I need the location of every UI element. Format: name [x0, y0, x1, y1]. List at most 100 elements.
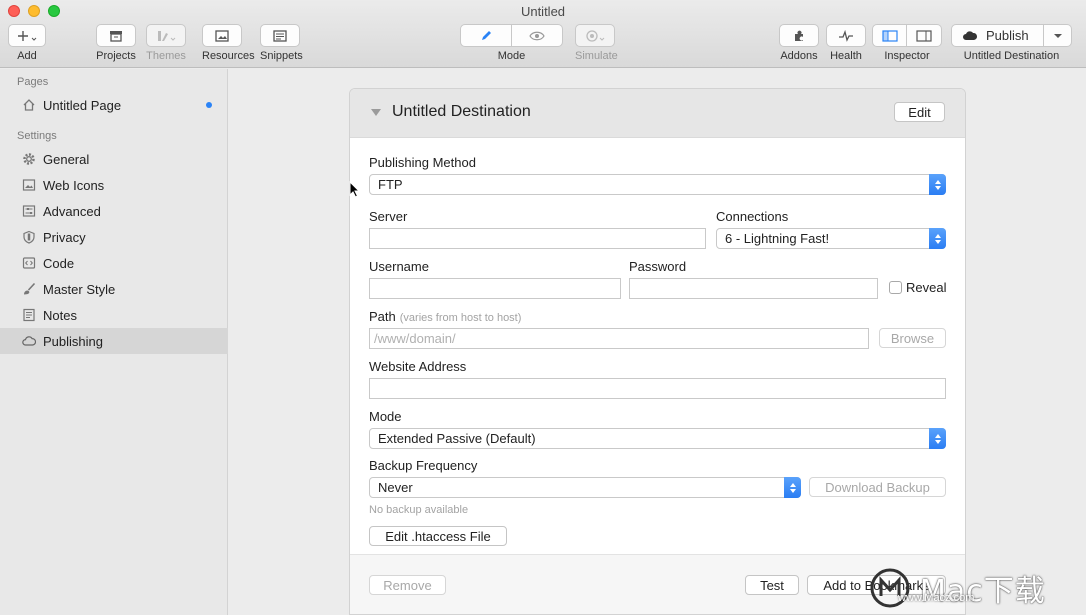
destination-label: Untitled Destination — [963, 50, 1060, 62]
sidebar-item-general[interactable]: General — [0, 146, 228, 172]
inspector-label: Inspector — [884, 50, 930, 62]
themes-label: Themes — [146, 50, 186, 62]
publishing-method-select[interactable]: FTP — [369, 174, 946, 195]
mode-toolbar-item: Mode — [460, 24, 563, 62]
website-address-label: Website Address — [369, 359, 467, 374]
watermark-url: www.Macz.com — [898, 592, 975, 604]
backup-frequency-select[interactable]: Never — [369, 477, 801, 498]
inspector-toggle[interactable] — [907, 24, 942, 47]
themes-toolbar-item[interactable]: Themes — [146, 24, 186, 62]
sidebar-item-label: Master Style — [43, 281, 116, 297]
health-button[interactable] — [826, 24, 866, 47]
sidebar-item-label: Web Icons — [43, 177, 105, 193]
website-address-input[interactable] — [369, 378, 946, 399]
sidebar-item-code[interactable]: Code — [0, 250, 228, 276]
health-toolbar-item[interactable]: Health — [826, 24, 866, 62]
select-arrows-icon — [784, 477, 801, 498]
select-arrows-icon — [929, 174, 946, 195]
edit-mode-button[interactable] — [460, 24, 512, 47]
add-toolbar-item[interactable]: Add — [8, 24, 46, 62]
add-button[interactable] — [8, 24, 46, 47]
sidebar-item-label: Privacy — [43, 229, 86, 245]
publishing-method-label: Publishing Method — [369, 155, 476, 170]
sidebar-item-master-style[interactable]: Master Style — [0, 276, 228, 302]
sidebar-item-privacy[interactable]: Privacy — [0, 224, 228, 250]
sidebar: Pages Untitled Page Settings General Web… — [0, 69, 228, 615]
sidebar-item-advanced[interactable]: Advanced — [0, 198, 228, 224]
server-input[interactable] — [369, 228, 706, 249]
simulate-button[interactable] — [575, 24, 615, 47]
mode-value: Extended Passive (Default) — [378, 431, 536, 446]
reveal-checkbox[interactable] — [889, 281, 902, 294]
main-content: Untitled Destination Edit Publishing Met… — [229, 69, 1086, 615]
publish-button[interactable]: Publish — [951, 24, 1044, 47]
mouse-cursor-icon — [349, 181, 360, 198]
publish-menu-button[interactable] — [1044, 24, 1072, 47]
disclosure-triangle-icon[interactable] — [371, 109, 381, 116]
password-label: Password — [629, 259, 687, 274]
image-icon — [22, 178, 36, 192]
projects-button[interactable] — [96, 24, 136, 47]
publish-label: Publish — [986, 28, 1029, 43]
pages-heading: Pages — [17, 76, 49, 88]
resources-toolbar-item[interactable]: Resources — [202, 24, 255, 62]
snippets-toolbar-item[interactable]: Snippets — [260, 24, 303, 62]
add-label: Add — [17, 50, 37, 62]
publishing-method-value: FTP — [378, 177, 403, 192]
sidebar-item-notes[interactable]: Notes — [0, 302, 228, 328]
password-input[interactable] — [629, 278, 878, 299]
sidebar-right-icon — [916, 29, 932, 42]
resources-label: Resources — [202, 50, 255, 62]
connections-select[interactable]: 6 - Lightning Fast! — [716, 228, 946, 249]
mode-select[interactable]: Extended Passive (Default) — [369, 428, 946, 449]
eye-icon — [529, 31, 545, 40]
code-icon — [22, 256, 36, 270]
unsaved-dot — [206, 102, 212, 108]
plus-icon — [18, 30, 37, 41]
window-title: Untitled — [520, 4, 566, 19]
mode-label: Mode — [369, 409, 402, 424]
username-label: Username — [369, 259, 429, 274]
snippets-button[interactable] — [260, 24, 300, 47]
sidebar-item-label: Publishing — [43, 333, 103, 349]
reveal-label: Reveal — [906, 280, 947, 295]
path-input[interactable]: /www/domain/ — [369, 328, 869, 349]
sidebar-item-web-icons[interactable]: Web Icons — [0, 172, 228, 198]
settings-heading: Settings — [17, 130, 57, 142]
edit-htaccess-button[interactable]: Edit .htaccess File — [369, 526, 507, 546]
addons-button[interactable] — [779, 24, 819, 47]
archive-icon — [110, 30, 122, 42]
select-arrows-icon — [929, 228, 946, 249]
addons-toolbar-item[interactable]: Addons — [779, 24, 819, 62]
themes-button[interactable] — [146, 24, 186, 47]
brush-icon — [22, 282, 36, 296]
download-backup-button[interactable]: Download Backup — [809, 477, 946, 497]
backup-frequency-label: Backup Frequency — [369, 458, 478, 473]
cloud-icon — [22, 334, 36, 348]
snippets-label: Snippets — [260, 50, 303, 62]
projects-toolbar-item[interactable]: Projects — [96, 24, 136, 62]
preview-mode-button[interactable] — [512, 24, 563, 47]
sidebar-item-publishing[interactable]: Publishing — [0, 328, 228, 354]
remove-button[interactable]: Remove — [369, 575, 446, 595]
inspector-toolbar-item: Inspector — [872, 24, 942, 62]
chevron-down-icon — [1053, 33, 1062, 38]
browse-button[interactable]: Browse — [879, 328, 946, 348]
test-button[interactable]: Test — [745, 575, 799, 595]
simulate-toolbar-item[interactable]: Simulate — [575, 24, 618, 62]
left-sidebar-toggle[interactable] — [872, 24, 907, 47]
username-input[interactable] — [369, 278, 621, 299]
health-label: Health — [830, 50, 862, 62]
sidebar-item-untitled-page[interactable]: Untitled Page — [0, 92, 228, 118]
cloud-icon — [963, 30, 978, 40]
path-hint: (varies from host to host) — [399, 312, 522, 324]
sidebar-item-label: Notes — [43, 307, 77, 323]
destination-title: Untitled Destination — [392, 103, 531, 120]
sidebar-item-label: Untitled Page — [43, 97, 122, 113]
gear-icon — [22, 152, 36, 166]
edit-destination-button[interactable]: Edit — [894, 102, 945, 122]
no-backup-note: No backup available — [369, 504, 469, 516]
mode-label: Mode — [497, 50, 526, 62]
resources-button[interactable] — [202, 24, 242, 47]
house-icon — [22, 98, 36, 112]
